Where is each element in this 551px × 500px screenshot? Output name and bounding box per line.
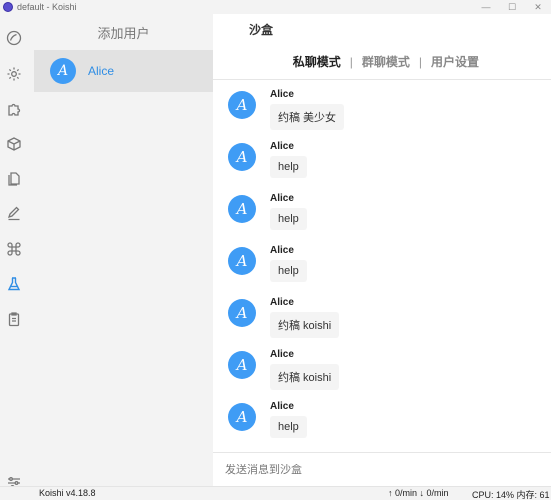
gear-icon [7,67,21,81]
edit-icon [7,206,20,221]
message-bubble: help [270,416,307,438]
message-bubble: help [270,260,307,282]
window-controls: — ☐ ✕ [473,0,551,14]
close-button[interactable]: ✕ [525,0,551,14]
minimize-button[interactable]: — [473,0,499,14]
user-list-panel: 添加用户 A Alice [34,14,213,486]
tab-user-settings[interactable]: 用户设置 [431,53,479,70]
activity-bar [0,14,28,489]
chat-input-area [213,452,551,486]
avatar: A [228,403,256,431]
activity-sandbox[interactable] [4,274,24,294]
activity-files[interactable] [4,169,24,189]
message-author: Alice [270,141,294,152]
dashboard-icon [6,30,22,46]
message-author: Alice [270,193,294,204]
user-item-alice[interactable]: A Alice [34,50,213,92]
tab-group-chat[interactable]: 群聊模式 [362,53,410,70]
add-user-button[interactable]: 添加用户 [34,14,213,50]
message-bubble: 约稿 美少女 [270,104,345,130]
activity-market[interactable] [4,134,24,154]
message-list[interactable]: A Alice 约稿 美少女 A Alice help A Alice help… [213,81,551,451]
avatar: A [50,58,76,84]
page-title: 沙盒 [249,22,274,37]
system-usage: CPU: 14% 内存: 61 [472,490,550,500]
title-bar: default - Koishi — ☐ ✕ [0,0,551,14]
user-name: Alice [88,64,115,78]
tab-separator: | [349,54,353,69]
message-author: Alice [270,245,294,256]
avatar: A [228,351,256,379]
flask-icon [7,277,21,291]
message-author: Alice [270,401,294,412]
files-icon [8,172,20,186]
message-author: Alice [270,297,294,308]
window-title: default - Koishi [17,2,77,12]
message-author: Alice [270,349,294,360]
tab-separator: | [418,54,422,69]
activity-settings[interactable] [4,64,24,84]
message: A Alice help [228,140,307,178]
message-bubble: help [270,156,307,178]
message: A Alice help [228,400,307,438]
message: A Alice 约稿 koishi [228,296,340,338]
tab-private-chat[interactable]: 私聊模式 [293,53,341,70]
mode-tabs: 私聊模式 | 群聊模式 | 用户设置 [213,44,551,80]
activity-dashboard[interactable] [4,28,24,48]
avatar: A [228,91,256,119]
message: A Alice help [228,244,307,282]
sandbox-main: 沙盒 私聊模式 | 群聊模式 | 用户设置 A Alice 约稿 美少女 A A… [213,14,551,486]
activity-logs[interactable] [4,309,24,329]
avatar: A [228,195,256,223]
koishi-app-icon [3,2,13,12]
package-icon [7,137,21,151]
avatar: A [228,299,256,327]
message-bubble: 约稿 koishi [270,312,340,338]
message-author: Alice [270,89,294,100]
chat-input[interactable] [225,463,525,476]
puzzle-icon [8,103,21,116]
message-bubble: 约稿 koishi [270,364,340,390]
message: A Alice 约稿 美少女 [228,88,345,130]
message-rate: ↑ 0/min ↓ 0/min [388,488,449,498]
activity-edit[interactable] [4,204,24,224]
avatar: A [228,247,256,275]
clipboard-icon [8,312,20,327]
avatar: A [228,143,256,171]
message: A Alice help [228,192,307,230]
command-icon [7,242,21,256]
message: A Alice 约稿 koishi [228,348,340,390]
status-bar: Koishi v4.18.8 ↑ 0/min ↓ 0/min CPU: 14% … [0,486,551,500]
message-bubble: help [270,208,307,230]
version-label: Koishi v4.18.8 [39,488,96,498]
maximize-button[interactable]: ☐ [499,0,525,14]
activity-commands[interactable] [4,239,24,259]
activity-plugins[interactable] [4,99,24,119]
